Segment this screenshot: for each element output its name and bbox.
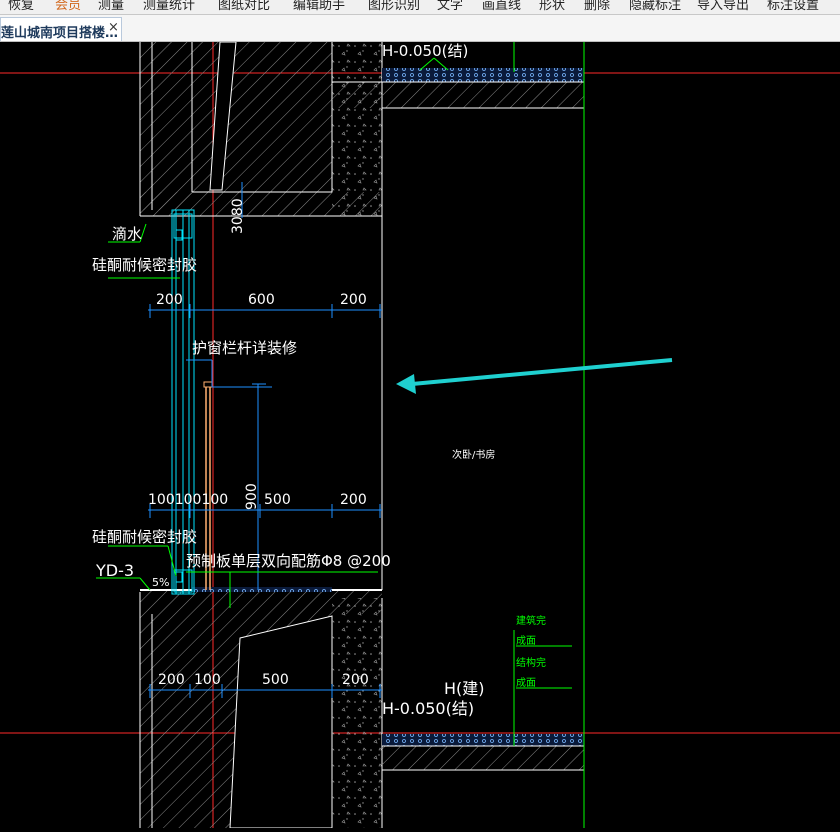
- room-label: 次卧/书房: [452, 448, 495, 461]
- legend-line-3: 结构完: [516, 656, 546, 669]
- dim-row3-c: 500: [262, 672, 289, 688]
- upper-wall: [139, 41, 383, 218]
- dim-row1-a: 200: [156, 292, 183, 308]
- level-label-bottom-b: H-0.050(结): [382, 699, 474, 718]
- menu-item-hide-annotation[interactable]: 隐藏标注: [629, 0, 681, 13]
- sill-tile: [192, 587, 332, 592]
- legend-line-1: 建筑完: [516, 614, 546, 627]
- dim-row2-b: 500: [264, 492, 291, 508]
- dim-row3-d: 200: [342, 672, 369, 688]
- dim-label-900: 900: [244, 483, 260, 510]
- menu-item-draw-line[interactable]: 画直线: [482, 0, 521, 13]
- menu-item-delete[interactable]: 删除: [584, 0, 610, 13]
- yd-label: YD-3: [95, 561, 134, 580]
- dim-row3-b: 100: [194, 672, 221, 688]
- menu-item-text[interactable]: 文字: [437, 0, 463, 13]
- drawing-canvas[interactable]: H-0.050(结) 3080 滴水 硅酮耐候密封胶 200 600 200 护…: [0, 41, 840, 829]
- legend-line-4: 成面: [516, 677, 536, 689]
- slab-note: 预制板单层双向配筋Φ8 @200: [186, 552, 391, 570]
- menu-item-measure[interactable]: 测量: [98, 0, 124, 13]
- slope-label: 5%: [152, 576, 169, 589]
- menu-item-annotation-settings[interactable]: 标注设置: [767, 0, 819, 13]
- dim-row3-a: 200: [158, 672, 185, 688]
- menu-item-edit-helper[interactable]: 编辑助手: [293, 0, 345, 13]
- tab-title: 莲山城南项目搭楼…: [1, 26, 119, 41]
- menu-item-shape-recognition[interactable]: 图形识别: [368, 0, 420, 13]
- dim-row1-b: 600: [248, 292, 275, 308]
- menu-item-drawing-compare[interactable]: 图纸对比: [218, 0, 270, 13]
- menu-item-measure-stats[interactable]: 测量统计: [143, 0, 195, 13]
- sealant-label-bottom: 硅酮耐候密封胶: [92, 528, 197, 546]
- legend-line-2: 成面: [516, 635, 536, 647]
- dim-row2-c: 200: [340, 492, 367, 508]
- sealant-label-top: 硅酮耐候密封胶: [92, 256, 197, 274]
- menu-bar: 恢复 会员 测量 测量统计 图纸对比 编辑助手 图形识别 文字 画直线 形状 删…: [0, 0, 840, 15]
- menu-item-shape[interactable]: 形状: [539, 0, 565, 13]
- railing-label: 护窗栏杆详装修: [192, 339, 297, 357]
- close-icon[interactable]: ×: [108, 20, 119, 35]
- cyan-arrow-annotation: [396, 358, 673, 394]
- menu-item-restore[interactable]: 恢复: [8, 0, 34, 13]
- dim-row1-c: 200: [340, 292, 367, 308]
- menu-item-member[interactable]: 会员: [55, 0, 81, 13]
- level-label-top: H-0.050(结): [382, 42, 468, 60]
- dim-label-3080: 3080: [230, 198, 246, 234]
- level-label-bottom-a: H(建): [444, 679, 485, 698]
- dim-row2-a: 100100100: [148, 492, 228, 508]
- tab-drawing[interactable]: 莲山城南项目搭楼… ×: [0, 17, 122, 41]
- tab-bar: 莲山城南项目搭楼… ×: [0, 15, 840, 42]
- cad-drawing: H-0.050(结) 3080 滴水 硅酮耐候密封胶 200 600 200 护…: [0, 41, 840, 829]
- drip-label: 滴水: [112, 225, 142, 243]
- menu-item-import-export[interactable]: 导入导出: [697, 0, 749, 13]
